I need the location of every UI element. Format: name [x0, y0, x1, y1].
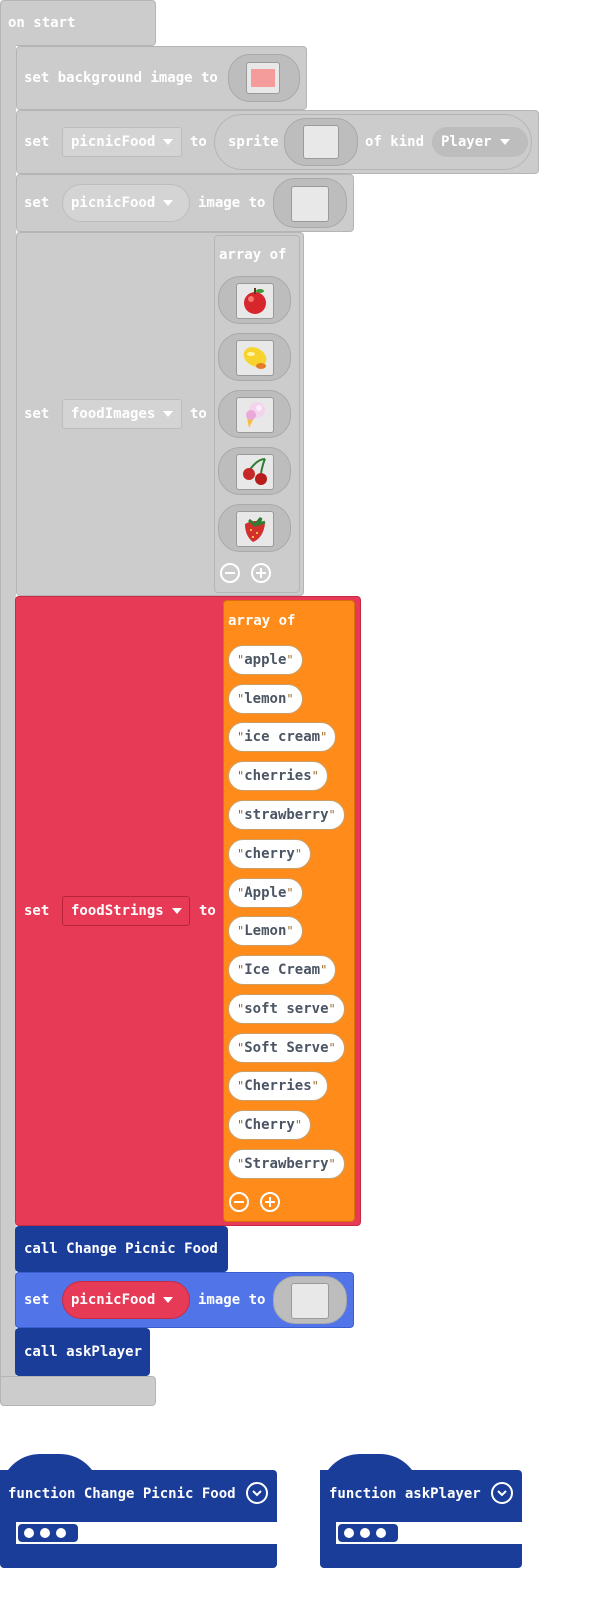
dropdown-arrow-icon [499, 139, 510, 145]
string-item[interactable]: " strawberry " [228, 800, 345, 830]
image-to-keyword: image to [198, 195, 266, 211]
collapse-chevron-icon[interactable] [246, 1482, 268, 1504]
ice-cream-icon[interactable] [236, 397, 274, 433]
call-askplayer-label: call askPlayer [24, 1344, 143, 1360]
strawberry-image-slot[interactable] [218, 504, 291, 552]
lemon-icon[interactable] [236, 340, 274, 376]
to-keyword: to [190, 406, 207, 422]
image-thumbnail[interactable] [291, 1283, 329, 1319]
ellipsis-icon[interactable] [338, 1524, 398, 1542]
set-background-label: set background image to [24, 70, 218, 86]
variable-name: foodStrings [71, 903, 164, 919]
variable-dropdown-picnicfood[interactable]: picnicFood [62, 184, 190, 222]
apple-image-slot[interactable] [218, 276, 291, 324]
variable-dropdown-foodimages[interactable]: foodImages [62, 399, 182, 429]
dropdown-arrow-icon [163, 200, 174, 206]
apple-icon[interactable] [236, 283, 274, 319]
background-image-slot[interactable] [228, 54, 300, 102]
string-item[interactable]: " Cherries " [228, 1071, 328, 1101]
set-keyword: set [24, 406, 50, 422]
ice-cream-image-slot[interactable] [218, 390, 291, 438]
strawberry-icon[interactable] [236, 511, 274, 547]
dropdown-arrow-icon [163, 139, 174, 145]
string-item[interactable]: " Soft Serve " [228, 1033, 345, 1063]
on-start-label: on start [8, 15, 76, 31]
string-item[interactable]: " lemon " [228, 684, 303, 714]
dropdown-arrow-icon [163, 1297, 174, 1303]
string-item[interactable]: " Lemon " [228, 916, 303, 946]
ellipsis-icon[interactable] [18, 1524, 78, 1542]
add-item-button[interactable] [260, 1192, 280, 1212]
array-of-label: array of [219, 247, 287, 263]
kind-value: Player [441, 134, 492, 150]
function-label: function askPlayer [329, 1486, 481, 1502]
sprite-image-slot[interactable] [284, 118, 358, 166]
variable-name: picnicFood [71, 1292, 156, 1308]
variable-name: picnicFood [71, 134, 156, 150]
string-item[interactable]: " Cherry " [228, 1110, 312, 1140]
set-keyword: set [24, 903, 50, 919]
of-kind-keyword: of kind [365, 134, 425, 150]
set-keyword: set [24, 1292, 50, 1308]
call-change-label: call Change Picnic Food [24, 1241, 218, 1257]
string-item[interactable]: " Apple " [228, 878, 303, 908]
variable-name: picnicFood [71, 195, 156, 211]
image-slot[interactable] [273, 178, 347, 228]
add-item-button[interactable] [251, 563, 271, 583]
string-item[interactable]: " Strawberry " [228, 1149, 345, 1179]
string-item[interactable]: " cherries " [228, 761, 328, 791]
remove-item-button[interactable] [229, 1192, 249, 1212]
variable-name: foodImages [71, 406, 156, 422]
dropdown-arrow-icon [163, 411, 174, 417]
string-item[interactable]: " soft serve " [228, 994, 345, 1024]
function-label: function Change Picnic Food [8, 1486, 236, 1502]
array-of-label: array of [228, 613, 296, 629]
string-item[interactable]: " apple " [228, 645, 303, 675]
cherries-image-slot[interactable] [218, 447, 291, 495]
collapse-chevron-icon[interactable] [491, 1482, 513, 1504]
image-thumbnail[interactable] [291, 186, 329, 222]
sprite-image-thumbnail[interactable] [303, 125, 339, 159]
sprite-keyword: sprite [228, 134, 279, 150]
to-keyword: to [199, 903, 216, 919]
variable-dropdown-picnicfood[interactable]: picnicFood [62, 127, 182, 157]
image-slot[interactable] [273, 1276, 347, 1324]
set-keyword: set [24, 195, 50, 211]
kind-dropdown[interactable]: Player [432, 127, 528, 157]
string-item[interactable]: " Ice Cream " [228, 955, 337, 985]
to-keyword: to [190, 134, 207, 150]
background-image-thumbnail[interactable] [246, 62, 280, 94]
string-item[interactable]: " ice cream " [228, 722, 337, 752]
cherries-icon[interactable] [236, 454, 274, 490]
variable-dropdown-picnicfood[interactable]: picnicFood [62, 1281, 190, 1319]
lemon-image-slot[interactable] [218, 333, 291, 381]
dropdown-arrow-icon [171, 908, 182, 914]
set-keyword: set [24, 134, 50, 150]
image-to-keyword: image to [198, 1292, 266, 1308]
string-item[interactable]: " cherry " [228, 839, 312, 869]
variable-dropdown-foodstrings[interactable]: foodStrings [62, 896, 190, 926]
remove-item-button[interactable] [220, 563, 240, 583]
